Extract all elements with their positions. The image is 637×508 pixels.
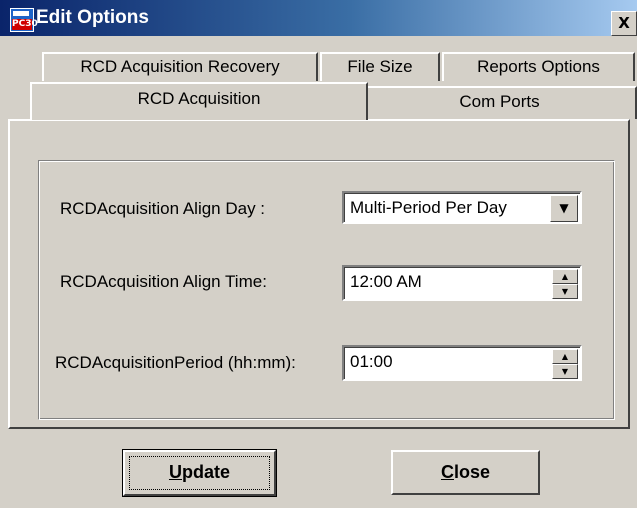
- spin-up-icon[interactable]: ▲: [552, 349, 578, 364]
- app-icon[interactable]: PC30: [10, 8, 38, 32]
- app-icon-badge: PC30: [12, 19, 38, 30]
- app-icon-stripe: [13, 11, 29, 16]
- tab-file-size[interactable]: File Size: [320, 52, 440, 81]
- align-day-select[interactable]: Multi-Period Per Day ▼: [342, 191, 582, 224]
- close-button[interactable]: Close: [391, 450, 540, 495]
- tab-reports-options[interactable]: Reports Options: [442, 52, 635, 81]
- update-mnemonic: U: [168, 462, 182, 482]
- close-mnemonic: C: [440, 462, 454, 482]
- update-label: pdate: [181, 462, 230, 482]
- align-day-label: RCDAcquisition Align Day :: [60, 199, 266, 218]
- chevron-down-icon[interactable]: ▼: [550, 195, 578, 222]
- tab-label: RCD Acquisition Recovery: [80, 57, 280, 76]
- spin-down-icon[interactable]: ▼: [552, 364, 578, 379]
- window-close-button[interactable]: X: [611, 11, 637, 36]
- period-label: RCDAcquisitionPeriod (hh:mm):: [55, 353, 296, 372]
- spin-up-icon[interactable]: ▲: [552, 269, 578, 284]
- period-value: 01:00: [350, 352, 393, 371]
- close-icon: X: [618, 14, 630, 32]
- tab-rcd-acquisition[interactable]: RCD Acquisition: [30, 82, 368, 120]
- window-title: Edit Options: [36, 7, 149, 28]
- spin-down-icon[interactable]: ▼: [552, 284, 578, 299]
- tab-label: Reports Options: [477, 57, 600, 76]
- align-time-label: RCDAcquisition Align Time:: [60, 272, 267, 291]
- update-button[interactable]: Update: [122, 449, 277, 497]
- tab-label: File Size: [347, 57, 413, 76]
- title-bar: PC30 Edit Options: [0, 0, 637, 36]
- align-day-value: Multi-Period Per Day: [350, 198, 507, 217]
- tab-com-ports[interactable]: Com Ports: [362, 86, 637, 119]
- close-label: lose: [453, 462, 491, 482]
- align-time-value: 12:00 AM: [350, 272, 422, 291]
- tab-label: Com Ports: [459, 92, 540, 111]
- align-time-spinner[interactable]: 12:00 AM ▲ ▼: [342, 265, 582, 301]
- tab-rcd-acquisition-recovery[interactable]: RCD Acquisition Recovery: [42, 52, 318, 81]
- tab-label: RCD Acquisition: [137, 89, 261, 108]
- period-spinner[interactable]: 01:00 ▲ ▼: [342, 345, 582, 381]
